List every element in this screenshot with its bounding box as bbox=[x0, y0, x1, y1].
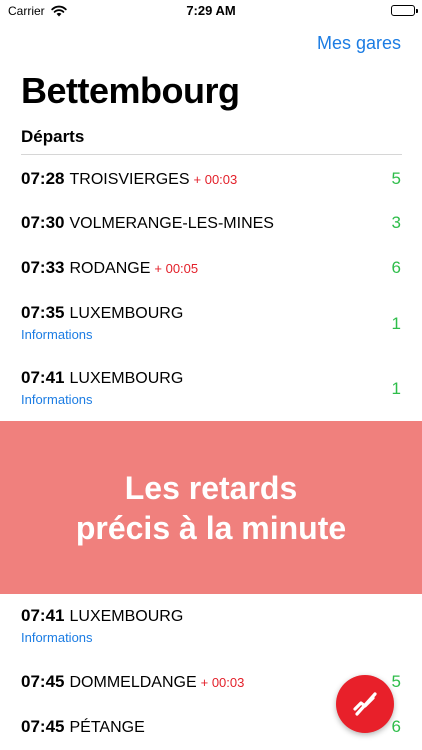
departure-destination: LUXEMBOURG bbox=[69, 608, 184, 625]
departure-destination: RODANGE bbox=[69, 260, 151, 277]
track-number: 6 bbox=[391, 717, 401, 736]
departure-time: 07:28 bbox=[21, 169, 65, 188]
divider bbox=[21, 154, 402, 155]
departure-time: 07:41 bbox=[21, 368, 65, 387]
informations-link[interactable]: Informations bbox=[21, 392, 93, 407]
promo-banner: Les retards précis à la minute bbox=[0, 421, 422, 594]
departure-time: 07:45 bbox=[21, 672, 65, 691]
departure-row[interactable]: 07:30 VOLMERANGE-LES-MINES 3 bbox=[0, 213, 422, 257]
promo-line-1: Les retards bbox=[124, 469, 298, 506]
track-number: 6 bbox=[391, 258, 401, 277]
departure-row[interactable]: 07:41 LUXEMBOURG Informations 1 bbox=[0, 368, 422, 420]
track-number: 1 bbox=[391, 314, 401, 333]
delay-badge: + 00:03 bbox=[200, 675, 245, 690]
status-time: 7:29 AM bbox=[186, 3, 236, 18]
informations-link[interactable]: Informations bbox=[21, 630, 93, 645]
departure-row[interactable]: 07:28 TROISVIERGES + 00:03 5 bbox=[0, 169, 422, 213]
delay-badge: + 00:03 bbox=[193, 172, 238, 187]
informations-link[interactable]: Informations bbox=[21, 327, 93, 342]
status-bar: Carrier 7:29 AM bbox=[0, 0, 422, 22]
departure-time: 07:41 bbox=[21, 606, 65, 625]
delay-badge: + 00:05 bbox=[154, 261, 199, 276]
departure-destination: TROISVIERGES bbox=[69, 171, 190, 188]
track-number: 3 bbox=[391, 213, 401, 232]
my-stations-link[interactable]: Mes gares bbox=[317, 33, 401, 54]
battery-icon bbox=[391, 5, 418, 16]
departure-row[interactable]: 07:35 LUXEMBOURG Informations 1 bbox=[0, 303, 422, 365]
track-number: 5 bbox=[391, 672, 401, 691]
section-title: Départs bbox=[21, 127, 85, 146]
promo-line-2: précis à la minute bbox=[75, 509, 347, 546]
no-delay-icon bbox=[353, 692, 377, 716]
departure-destination: VOLMERANGE-LES-MINES bbox=[69, 215, 274, 232]
departure-time: 07:45 bbox=[21, 717, 65, 736]
departure-destination: DOMMELDANGE bbox=[69, 674, 197, 691]
departure-destination: LUXEMBOURG bbox=[69, 305, 184, 322]
floating-action-button[interactable] bbox=[336, 675, 394, 733]
departure-row[interactable]: 07:41 LUXEMBOURG Informations bbox=[0, 606, 422, 662]
departure-destination: PÉTANGE bbox=[69, 719, 145, 736]
track-number: 1 bbox=[391, 379, 401, 398]
departure-time: 07:35 bbox=[21, 303, 65, 322]
departure-destination: LUXEMBOURG bbox=[69, 370, 184, 387]
departure-row[interactable]: 07:33 RODANGE + 00:05 6 bbox=[0, 258, 422, 302]
departure-time: 07:33 bbox=[21, 258, 65, 277]
station-title: Bettembourg bbox=[21, 70, 240, 111]
track-number: 5 bbox=[391, 169, 401, 188]
departure-time: 07:30 bbox=[21, 213, 65, 232]
